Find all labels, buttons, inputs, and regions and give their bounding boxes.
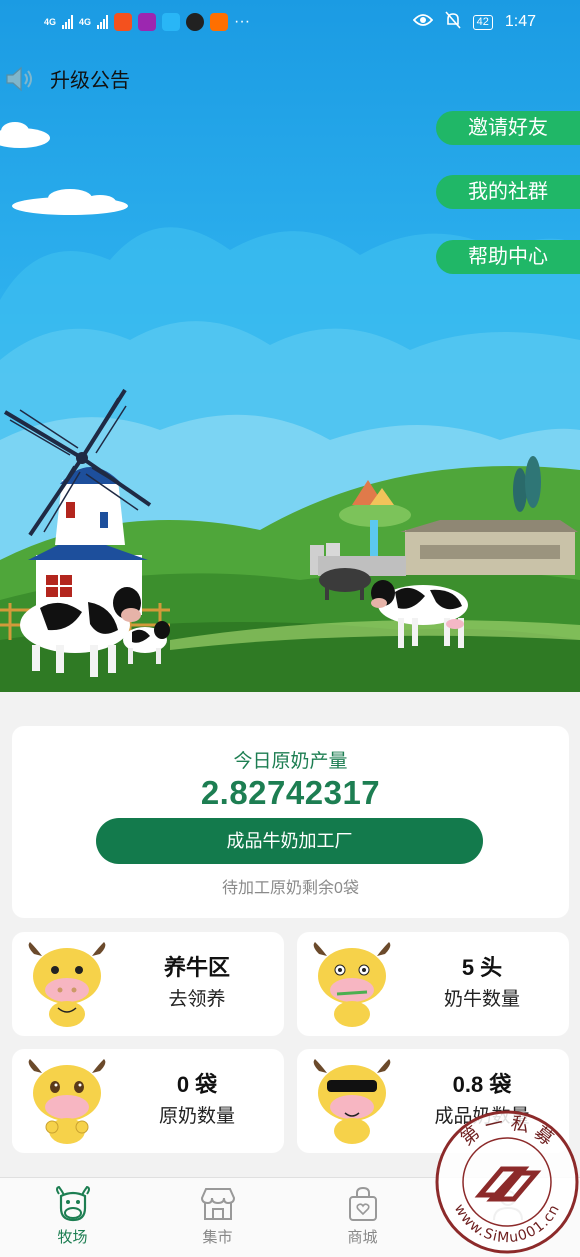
market-icon (200, 1188, 235, 1220)
production-label: 今日原奶产量 (233, 751, 348, 772)
network-type-label: 4G (79, 16, 92, 27)
app-notification-icon (114, 13, 133, 31)
farm-illustration (0, 122, 580, 692)
ranch-subtitle: 去领养 (168, 989, 226, 1010)
production-card: 今日原奶产量 2.82742317 成品牛奶加工厂 待加工原奶剩余0袋 (12, 726, 569, 918)
tab-label: 商城 (347, 1229, 378, 1246)
shopping-bag-icon (348, 1186, 377, 1221)
speaker-icon (4, 65, 36, 93)
announcement-label: 升级公告 (50, 70, 130, 92)
production-value: 2.82742317 (200, 774, 381, 811)
status-bar: 4G 4G ··· 42 1:47 (0, 0, 580, 44)
app-notification-icon (210, 13, 229, 31)
ranch-tile[interactable]: 养牛区 去领养 (12, 932, 284, 1036)
more-notifications-label: ··· (234, 13, 251, 30)
raw-milk-tile: 0 袋 原奶数量 (12, 1049, 284, 1153)
app-notification-icon (186, 13, 205, 31)
clock-time: 1:47 (504, 13, 536, 30)
invite-friends-button[interactable]: 邀请好友 (436, 111, 580, 145)
eye-icon (412, 13, 433, 32)
signal-icon (97, 15, 109, 29)
raw-milk-label: 原奶数量 (158, 1106, 235, 1127)
cow-count-tile: 5 头 奶牛数量 (297, 932, 569, 1036)
signal-icon (62, 15, 74, 29)
upgrade-announcement[interactable]: 升级公告 (4, 64, 130, 93)
battery-icon: 42 (472, 14, 493, 30)
watermark-seal: 第 一 私 募 www.SiMu001.cn (435, 1110, 579, 1254)
cow-count-value: 5 头 (461, 955, 503, 980)
tab-label: 集市 (202, 1229, 233, 1246)
cloud (0, 122, 128, 215)
mute-bell-icon (445, 10, 461, 34)
cow-icon (55, 1186, 90, 1222)
tab-ranch[interactable]: 牧场 (0, 1178, 145, 1257)
cartoon-cow-icon (28, 1059, 106, 1144)
tab-label: 牧场 (57, 1229, 88, 1246)
cow-count-label: 奶牛数量 (443, 989, 520, 1010)
tab-mall[interactable]: 商城 (290, 1178, 435, 1257)
app-notification-icon (138, 13, 157, 31)
cartoon-cow-icon (313, 942, 391, 1027)
raw-milk-value: 0 袋 (176, 1072, 218, 1097)
network-type-label: 4G (44, 16, 57, 27)
cartoon-cow-icon (28, 942, 106, 1027)
finished-milk-value: 0.8 袋 (452, 1072, 512, 1097)
ranch-title: 养牛区 (163, 955, 230, 980)
tab-market[interactable]: 集市 (145, 1178, 290, 1257)
farm-scene: 4G 4G ··· 42 1:47 升级公告 邀请好友 我的社群 帮助中心 (0, 0, 580, 692)
pending-raw-milk-note: 待加工原奶剩余0袋 (222, 880, 359, 897)
dashboard: 今日原奶产量 2.82742317 成品牛奶加工厂 待加工原奶剩余0袋 养牛区 … (0, 692, 580, 1177)
milk-factory-button[interactable]: 成品牛奶加工厂 (96, 818, 483, 864)
my-community-button[interactable]: 我的社群 (436, 175, 580, 209)
app-notification-icon (162, 13, 181, 31)
cartoon-cow-icon (313, 1059, 391, 1144)
help-center-button[interactable]: 帮助中心 (436, 240, 580, 274)
